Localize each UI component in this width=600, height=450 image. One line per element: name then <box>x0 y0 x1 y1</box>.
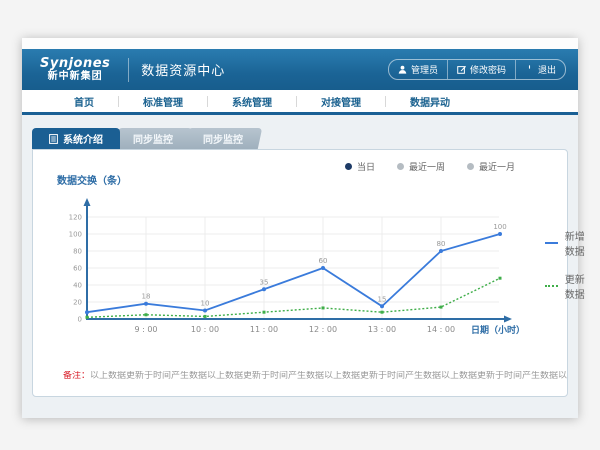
svg-text:40: 40 <box>73 282 82 290</box>
svg-text:60: 60 <box>319 257 328 265</box>
filter-label: 当日 <box>357 160 375 173</box>
logo: Synjones 新中新集团 <box>34 57 116 82</box>
content-area: 系统介绍 同步监控 同步监控 当日 最近一周 <box>22 115 578 418</box>
logout-label: 退出 <box>538 63 556 76</box>
svg-text:14 : 00: 14 : 00 <box>427 325 455 334</box>
svg-text:11 : 00: 11 : 00 <box>250 325 278 334</box>
svg-text:18: 18 <box>142 293 151 301</box>
chart-panel: 当日 最近一周 最近一月 数据交换（条） 0 20 40 60 80 100 120 9 : … <box>32 149 568 397</box>
tab-system-intro[interactable]: 系统介绍 <box>32 128 120 149</box>
tab-sync-monitor-2[interactable]: 同步监控 <box>184 128 262 149</box>
line-chart: 0 20 40 60 80 100 120 9 : 00 10 : 00 11 : 00 12 : … <box>57 189 527 339</box>
svg-text:120: 120 <box>69 214 82 222</box>
note-label: 备注 <box>63 371 81 381</box>
page-title: 数据资源中心 <box>141 60 225 79</box>
range-filter-group: 当日 最近一周 最近一月 <box>33 150 567 172</box>
change-password-button[interactable]: 修改密码 <box>447 60 515 79</box>
app-window: Synjones 新中新集团 数据资源中心 管理员 修改密码 <box>22 38 578 418</box>
logout-button[interactable]: 退出 <box>515 60 565 79</box>
user-button-label: 管理员 <box>411 63 438 76</box>
tab-label: 系统介绍 <box>63 131 103 146</box>
y-axis-title: 数据交换（条） <box>57 172 527 187</box>
filter-label: 最近一月 <box>479 160 515 173</box>
logo-subtitle: 新中新集团 <box>48 72 103 82</box>
logo-title: Synjones <box>40 57 110 70</box>
power-icon <box>525 65 534 74</box>
svg-text:35: 35 <box>260 278 269 286</box>
dotted-line-icon <box>545 285 558 287</box>
document-icon <box>49 134 58 144</box>
tab-label: 同步监控 <box>133 131 173 146</box>
svg-text:80: 80 <box>73 248 82 256</box>
header: Synjones 新中新集团 数据资源中心 管理员 修改密码 <box>22 49 578 90</box>
nav-item-system-mgmt[interactable]: 系统管理 <box>208 94 296 109</box>
edit-icon <box>457 65 466 74</box>
user-icon <box>398 65 407 74</box>
radio-icon <box>397 163 404 170</box>
header-button-group: 管理员 修改密码 退出 <box>388 59 566 80</box>
svg-text:日期（小时）: 日期（小时） <box>471 324 525 336</box>
chart-block: 数据交换（条） 0 20 40 60 80 100 120 9 : 00 10 : 00 11 :… <box>33 172 567 339</box>
change-password-label: 修改密码 <box>470 63 506 76</box>
radio-selected-icon <box>345 163 352 170</box>
tab-bar: 系统介绍 同步监控 同步监控 <box>32 128 568 149</box>
tab-sync-monitor-1[interactable]: 同步监控 <box>114 128 192 149</box>
legend-item-updated-data: 更新数据 <box>545 271 586 301</box>
legend-item-new-data: 新增数据 <box>545 228 586 258</box>
svg-text:15: 15 <box>378 295 387 303</box>
nav-item-data-change[interactable]: 数据异动 <box>386 94 474 109</box>
user-button[interactable]: 管理员 <box>389 60 447 79</box>
nav-item-home[interactable]: 首页 <box>50 94 118 109</box>
svg-text:10: 10 <box>201 300 210 308</box>
chart-area: 数据交换（条） 0 20 40 60 80 100 120 9 : 00 10 : 00 11 :… <box>57 172 527 339</box>
filter-last-month[interactable]: 最近一月 <box>467 160 515 172</box>
solid-line-icon <box>545 242 558 244</box>
filter-label: 最近一周 <box>409 160 445 173</box>
svg-text:100: 100 <box>493 223 506 231</box>
svg-text:60: 60 <box>73 265 82 273</box>
main-nav: 首页 标准管理 系统管理 对接管理 数据异动 <box>22 90 578 112</box>
svg-text:12 : 00: 12 : 00 <box>309 325 337 334</box>
svg-text:13 : 00: 13 : 00 <box>368 325 396 334</box>
svg-text:10 : 00: 10 : 00 <box>191 325 219 334</box>
svg-text:20: 20 <box>73 299 82 307</box>
filter-last-week[interactable]: 最近一周 <box>397 160 445 172</box>
nav-item-standard-mgmt[interactable]: 标准管理 <box>119 94 207 109</box>
svg-text:9 : 00: 9 : 00 <box>134 325 157 334</box>
radio-icon <box>467 163 474 170</box>
svg-text:80: 80 <box>437 240 446 248</box>
window-top-strip <box>22 38 578 49</box>
svg-text:100: 100 <box>69 231 82 239</box>
header-divider <box>128 58 129 82</box>
tab-label: 同步监控 <box>203 131 243 146</box>
footer-note: 备注：以上数据更新于时间产生数据以上数据更新于时间产生数据以上数据更新于时间产生… <box>33 371 567 396</box>
chart-legend: 新增数据 更新数据 <box>527 172 586 339</box>
legend-label: 更新数据 <box>565 271 586 301</box>
note-text: 以上数据更新于时间产生数据以上数据更新于时间产生数据以上数据更新于时间产生数据以… <box>90 371 567 381</box>
svg-text:0: 0 <box>78 316 82 324</box>
filter-today[interactable]: 当日 <box>345 160 375 172</box>
legend-label: 新增数据 <box>565 228 586 258</box>
nav-item-interface-mgmt[interactable]: 对接管理 <box>297 94 385 109</box>
note-separator: ： <box>81 371 90 381</box>
